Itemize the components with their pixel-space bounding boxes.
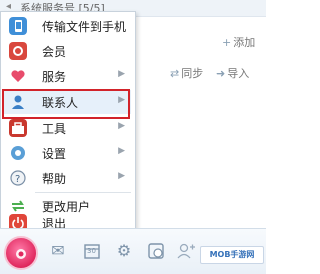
sync-icon: ⇄ xyxy=(170,67,180,80)
menu-item-label: 设置 xyxy=(42,147,67,161)
menu-separator xyxy=(35,192,131,193)
mail-icon: ✉ xyxy=(51,241,65,260)
history-button[interactable] xyxy=(146,241,166,261)
switch-user-icon xyxy=(9,197,27,215)
submenu-arrow-icon: ▶ xyxy=(118,146,125,156)
add-user-icon xyxy=(177,243,195,259)
start-menu: 传输文件到手机 会员 服务 ▶ 联系人 ▶ 工具 ▶ 设置 ▶ ? 帮助 ▶ 更… xyxy=(0,11,136,232)
import-icon: ➜ xyxy=(216,67,226,80)
menu-item-label: 工具 xyxy=(42,122,67,136)
calendar-day: 30 xyxy=(87,247,96,255)
toolbox-icon xyxy=(9,119,27,137)
plus-icon: + xyxy=(222,36,232,49)
menu-item-label: 会员 xyxy=(42,45,67,59)
menu-item-transfer-to-phone[interactable]: 传输文件到手机 xyxy=(4,14,131,38)
heart-icon xyxy=(9,67,27,85)
add-button[interactable]: + 添加 xyxy=(222,34,255,50)
start-menu-button[interactable] xyxy=(4,236,38,270)
settings-icon xyxy=(9,144,27,162)
menu-item-label: 更改用户 xyxy=(42,200,91,214)
menu-item-label: 服务 xyxy=(42,70,67,84)
submenu-arrow-icon: ▶ xyxy=(118,171,125,181)
menu-item-help[interactable]: ? 帮助 ▶ xyxy=(4,166,131,190)
mail-button[interactable]: ✉ xyxy=(48,241,68,261)
import-button[interactable]: ➜ 导入 xyxy=(216,65,249,81)
calendar-button[interactable]: 30 xyxy=(82,241,102,261)
menu-item-label: 传输文件到手机 xyxy=(42,20,127,34)
watermark-logo: MOB手游网 xyxy=(200,246,264,264)
app-logo-icon xyxy=(16,249,26,259)
highlight-frame xyxy=(2,89,130,119)
svg-text:?: ? xyxy=(15,174,20,185)
menu-item-label: 帮助 xyxy=(42,172,67,186)
sync-button[interactable]: ⇄ 同步 xyxy=(170,65,203,81)
help-icon: ? xyxy=(9,169,27,187)
menu-item-service[interactable]: 服务 ▶ xyxy=(4,64,131,88)
menu-item-settings[interactable]: 设置 ▶ xyxy=(4,141,131,165)
clock-icon xyxy=(148,243,164,259)
menu-item-tools[interactable]: 工具 ▶ xyxy=(4,116,131,140)
vip-icon xyxy=(9,42,27,60)
add-contact-button[interactable] xyxy=(176,241,196,261)
phone-icon xyxy=(9,17,27,35)
submenu-arrow-icon: ▶ xyxy=(118,69,125,79)
submenu-arrow-icon: ▶ xyxy=(118,121,125,131)
settings-button[interactable]: ⚙ xyxy=(114,241,134,261)
gear-icon: ⚙ xyxy=(116,241,132,260)
menu-item-vip[interactable]: 会员 xyxy=(4,39,131,63)
